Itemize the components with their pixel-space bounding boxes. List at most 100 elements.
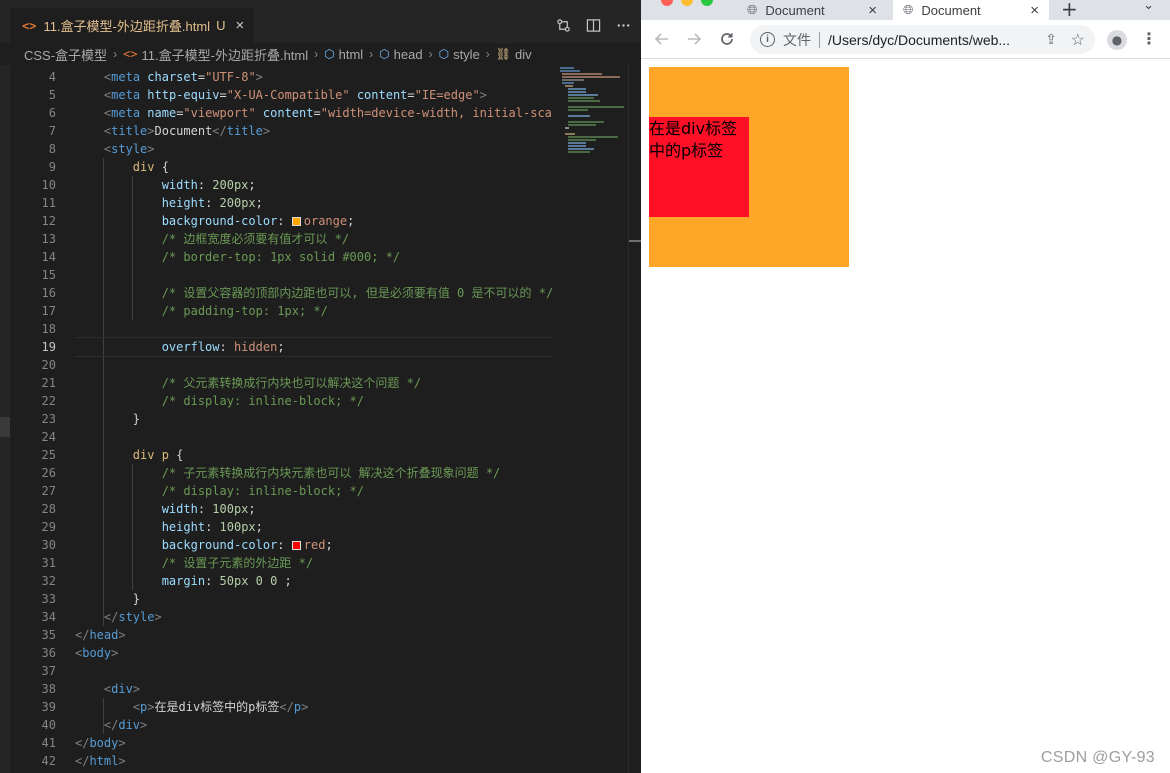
code-line[interactable]: </div>	[75, 716, 552, 734]
browser-tab-2-active[interactable]: 🌐︎ Document ×	[893, 0, 1049, 20]
share-icon[interactable]: ⇪	[1045, 31, 1057, 48]
globe-icon: 🌐︎	[903, 2, 914, 17]
breadcrumb-file[interactable]: 11.盒子模型-外边距折叠.html	[142, 45, 309, 64]
chevron-right-icon: ›	[314, 47, 319, 61]
line-number: 4	[48, 70, 56, 84]
url-text[interactable]: /Users/dyc/Documents/web...	[828, 32, 1010, 48]
back-button[interactable]	[651, 28, 673, 50]
compare-changes-icon[interactable]	[555, 16, 571, 34]
activity-strip	[0, 65, 10, 773]
code-line[interactable]	[75, 266, 552, 284]
reload-button[interactable]	[716, 28, 738, 50]
close-tab-icon[interactable]: ×	[868, 2, 877, 19]
breadcrumb-html[interactable]: html	[339, 47, 364, 62]
browser-tab-1[interactable]: 🌐︎ Document ×	[739, 0, 887, 20]
split-editor-icon[interactable]	[585, 16, 601, 34]
code-line[interactable]: /* padding-top: 1px; */	[75, 302, 552, 320]
code-line[interactable]: <body>	[75, 644, 552, 662]
code-line[interactable]: <meta http-equiv="X-UA-Compatible" conte…	[75, 86, 552, 104]
line-number: 5	[48, 88, 56, 102]
code-line[interactable]: <meta charset="UTF-8">	[75, 68, 552, 86]
code-line[interactable]: <style>	[75, 140, 552, 158]
code-line[interactable]: div p {	[75, 446, 552, 464]
code-line[interactable]: /* 父元素转换成行内块也可以解决这个问题 */	[75, 374, 552, 392]
code-line[interactable]: overflow: hidden;	[75, 337, 552, 357]
tab-search-chevron-icon[interactable]: ⌄	[1143, 0, 1154, 13]
breadcrumb-head[interactable]: head	[394, 47, 423, 62]
close-tab-icon[interactable]: ×	[1030, 2, 1039, 19]
more-actions-icon[interactable]	[615, 16, 631, 34]
line-number: 11	[41, 196, 56, 210]
code-line[interactable]: <title>Document</title>	[75, 122, 552, 140]
profile-avatar-icon[interactable]: ●	[1107, 30, 1127, 50]
color-swatch-icon[interactable]	[291, 541, 301, 550]
code-line[interactable]: /* border-top: 1px solid #000; */	[75, 248, 552, 266]
line-number: 23	[41, 412, 56, 426]
code-line[interactable]: <meta name="viewport" content="width=dev…	[75, 104, 552, 122]
line-number: 21	[41, 376, 56, 390]
line-number: 27	[41, 484, 56, 498]
line-number: 41	[41, 736, 56, 750]
code-line[interactable]: /* 边框宽度必须要有值才可以 */	[75, 230, 552, 248]
editor-tab-active[interactable]: <> 11.盒子模型-外边距折叠.html U ×	[10, 8, 254, 43]
minimap[interactable]	[556, 65, 628, 155]
code-line[interactable]: </html>	[75, 752, 552, 770]
line-number: 16	[41, 286, 56, 300]
code-line[interactable]	[75, 356, 552, 374]
close-window-button[interactable]	[661, 0, 673, 6]
editor-scrollbar[interactable]	[628, 65, 641, 773]
code-line[interactable]: /* display: inline-block; */	[75, 482, 552, 500]
code-line[interactable]: margin: 50px 0 0 ;	[75, 572, 552, 590]
browser-menu-icon[interactable]: ⋮	[1141, 29, 1157, 48]
code-line[interactable]	[75, 320, 552, 338]
chevron-right-icon: ›	[369, 47, 374, 61]
code-editor: <> 11.盒子模型-外边距折叠.html U × CSS-盒子模型 › <> …	[0, 0, 641, 773]
title-strip	[0, 0, 641, 8]
code-line[interactable]: /* 设置子元素的外边距 */	[75, 554, 552, 572]
color-swatch-icon[interactable]	[291, 217, 301, 226]
code-line[interactable]: width: 100px;	[75, 500, 552, 518]
code-line[interactable]: </body>	[75, 734, 552, 752]
current-line-marker	[0, 417, 10, 437]
forward-button[interactable]	[683, 28, 705, 50]
code-line[interactable]: div {	[75, 158, 552, 176]
code-line[interactable]: </style>	[75, 608, 552, 626]
chevron-right-icon: ›	[428, 47, 433, 61]
code-line[interactable]: /* 设置父容器的顶部内边距也可以, 但是必须要有值 0 是不可以的 */	[75, 284, 552, 302]
tab-close-icon[interactable]: ×	[235, 17, 244, 34]
browser-toolbar: i 文件 /Users/dyc/Documents/web... ⇪ ☆ ● ⋮	[641, 20, 1170, 59]
code-line[interactable]: }	[75, 410, 552, 428]
code-area[interactable]: <meta charset="UTF-8"> <meta http-equiv=…	[75, 68, 552, 770]
code-line[interactable]: /* display: inline-block; */	[75, 392, 552, 410]
code-line[interactable]: /* 子元素转换成行内块元素也可以 解决这个折叠现象问题 */	[75, 464, 552, 482]
line-number: 33	[41, 592, 56, 606]
code-line[interactable]	[75, 428, 552, 446]
code-line[interactable]: <p>在是div标签中的p标签</p>	[75, 698, 552, 716]
bookmark-star-icon[interactable]: ☆	[1071, 30, 1085, 50]
line-number: 34	[41, 610, 56, 624]
code-line[interactable]: height: 100px;	[75, 518, 552, 536]
breadcrumb-style[interactable]: style	[453, 47, 480, 62]
line-number: 26	[41, 466, 56, 480]
maximize-window-button[interactable]	[701, 0, 713, 6]
code-line[interactable]: height: 200px;	[75, 194, 552, 212]
code-line[interactable]: background-color: orange;	[75, 212, 552, 230]
code-line[interactable]: background-color: red;	[75, 536, 552, 554]
scrollbar-thumb[interactable]	[629, 240, 641, 242]
info-icon[interactable]: i	[760, 32, 775, 47]
line-number: 17	[41, 304, 56, 318]
line-number: 9	[48, 160, 56, 174]
code-line[interactable]: }	[75, 590, 552, 608]
line-number: 24	[41, 430, 56, 444]
new-tab-button[interactable]: +	[1061, 0, 1078, 21]
breadcrumb-div[interactable]: div	[515, 47, 532, 62]
code-line[interactable]: </head>	[75, 626, 552, 644]
address-bar[interactable]: i 文件 /Users/dyc/Documents/web... ⇪ ☆	[750, 25, 1095, 54]
html-file-icon: <>	[123, 47, 138, 61]
code-line[interactable]: width: 200px;	[75, 176, 552, 194]
window-controls	[661, 0, 713, 6]
code-line[interactable]	[75, 662, 552, 680]
minimize-window-button[interactable]	[681, 0, 693, 6]
breadcrumb-root[interactable]: CSS-盒子模型	[24, 45, 107, 64]
code-line[interactable]: <div>	[75, 680, 552, 698]
